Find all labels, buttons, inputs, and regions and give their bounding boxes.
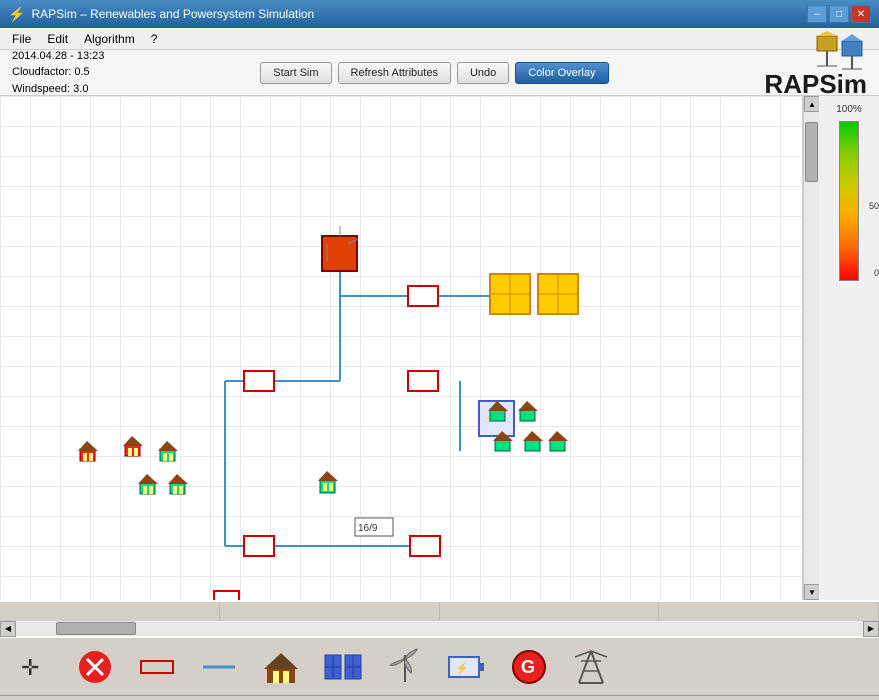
refresh-attributes-button[interactable]: Refresh Attributes xyxy=(338,62,451,84)
scroll-up-button[interactable]: ▲ xyxy=(804,96,820,112)
horizontal-scrollbar[interactable]: ◀ ▶ xyxy=(0,620,879,636)
battery-tool[interactable]: ⚡ xyxy=(442,642,492,692)
connector-1[interactable] xyxy=(408,286,438,306)
main-area: ⚡ xyxy=(0,96,879,600)
date-display: 2014.04.28 - 13:23 xyxy=(12,48,104,65)
app-title: RAPSim – Renewables and Powersystem Simu… xyxy=(31,7,807,21)
scroll-left-button[interactable]: ◀ xyxy=(0,621,16,637)
statusbar xyxy=(0,600,879,620)
cloudfactor-display: Cloudfactor: 0.5 xyxy=(12,64,104,81)
legend-bot-label: 0% xyxy=(874,268,879,278)
app-icon: ⚡ xyxy=(8,6,25,23)
connector-4[interactable] xyxy=(244,536,274,556)
color-overlay-button[interactable]: Color Overlay xyxy=(515,62,608,84)
svg-text:⚡: ⚡ xyxy=(455,662,469,675)
menu-edit[interactable]: Edit xyxy=(39,30,76,48)
legend-top-label: 100% xyxy=(836,104,862,115)
canvas-area[interactable]: ⚡ xyxy=(0,96,803,600)
minimize-button[interactable]: – xyxy=(807,5,827,23)
solar-tool[interactable] xyxy=(318,642,368,692)
legend-mid-label: 50% xyxy=(869,201,879,211)
wind-tool[interactable] xyxy=(380,642,430,692)
connector-2[interactable] xyxy=(244,371,274,391)
logo-text: RAPSim xyxy=(764,71,867,97)
menubar: File Edit Algorithm ? xyxy=(0,28,879,50)
menu-help[interactable]: ? xyxy=(143,30,166,48)
window-controls: – □ ✕ xyxy=(807,5,871,23)
house-green-1[interactable] xyxy=(158,441,178,461)
undo-button[interactable]: Undo xyxy=(457,62,509,84)
vertical-scrollbar[interactable]: ▲ ▼ xyxy=(803,96,819,600)
start-sim-button[interactable]: Start Sim xyxy=(260,62,331,84)
legend-color-bar xyxy=(839,121,859,281)
close-button[interactable]: ✕ xyxy=(851,5,871,23)
hscroll-thumb[interactable] xyxy=(56,622,136,635)
house-tool[interactable] xyxy=(256,642,306,692)
canvas-svg[interactable]: ⚡ xyxy=(0,96,802,600)
titlebar: ⚡ RAPSim – Renewables and Powersystem Si… xyxy=(0,0,879,28)
logo-image-icon xyxy=(812,31,867,71)
menu-algorithm[interactable]: Algorithm xyxy=(76,30,143,48)
scroll-track[interactable] xyxy=(804,112,819,584)
svg-text:G: G xyxy=(521,657,535,677)
tower-tool[interactable] xyxy=(566,642,616,692)
house-green-r2[interactable] xyxy=(518,401,538,421)
hscroll-track[interactable] xyxy=(16,621,863,636)
scroll-right-button[interactable]: ▶ xyxy=(863,621,879,637)
svg-text:✛: ✛ xyxy=(21,655,39,680)
status-seg-4 xyxy=(659,602,879,620)
house-green-3[interactable] xyxy=(168,474,188,494)
toolbar: 2014.04.28 - 13:23 Cloudfactor: 0.5 Wind… xyxy=(0,50,879,96)
canvas-label: 16/9 xyxy=(358,523,378,534)
house-green-mid[interactable] xyxy=(318,471,338,493)
menu-file[interactable]: File xyxy=(4,30,39,48)
info-panel: 2014.04.28 - 13:23 Cloudfactor: 0.5 Wind… xyxy=(12,48,104,98)
delete-tool[interactable] xyxy=(70,642,120,692)
house-red-2[interactable] xyxy=(123,436,143,456)
house-green-2[interactable] xyxy=(138,474,158,494)
status-seg-3 xyxy=(440,602,660,620)
house-red-1[interactable] xyxy=(78,441,98,461)
bottom-toolbar: ✛ xyxy=(0,636,879,696)
house-green-r5[interactable] xyxy=(548,431,568,451)
status-seg-1 xyxy=(0,602,220,620)
scroll-thumb[interactable] xyxy=(805,122,818,182)
connector-3[interactable] xyxy=(408,371,438,391)
wire-tool[interactable] xyxy=(194,642,244,692)
connector-5[interactable] xyxy=(410,536,440,556)
scroll-down-button[interactable]: ▼ xyxy=(804,584,820,600)
maximize-button[interactable]: □ xyxy=(829,5,849,23)
connector-6[interactable] xyxy=(214,591,239,600)
move-tool[interactable]: ✛ xyxy=(8,642,58,692)
status-seg-2 xyxy=(220,602,440,620)
generator-tool[interactable]: G xyxy=(504,642,554,692)
color-legend-panel: 100% 50% 0% xyxy=(819,96,879,600)
bus-tool[interactable] xyxy=(132,642,182,692)
house-green-r4[interactable] xyxy=(523,431,543,451)
windspeed-display: Windspeed: 3.0 xyxy=(12,81,104,98)
